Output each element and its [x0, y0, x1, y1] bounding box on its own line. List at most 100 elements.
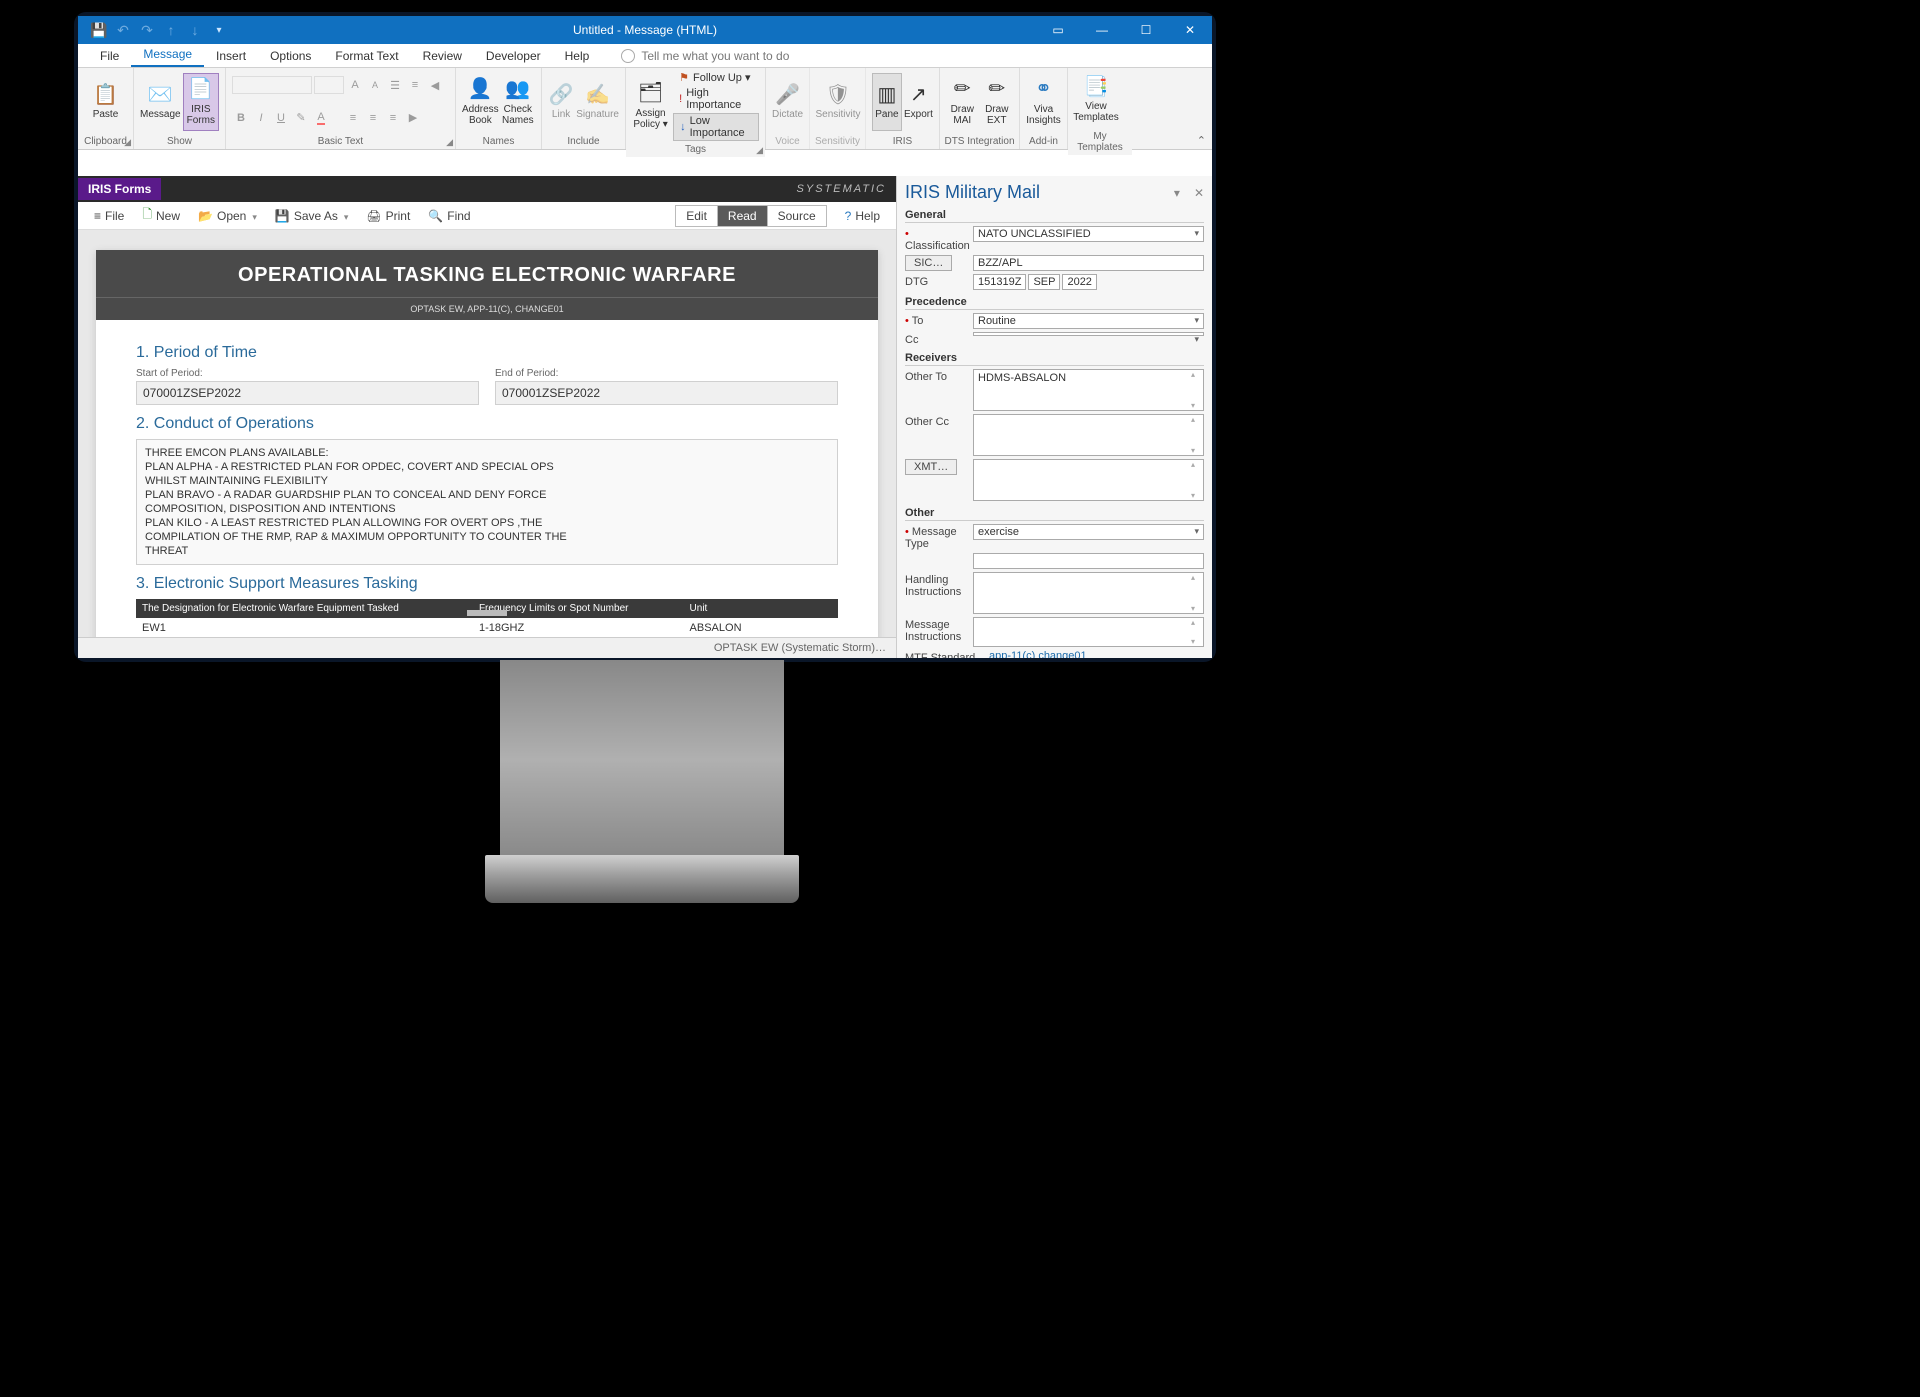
outdent-icon[interactable]: ◀: [426, 76, 444, 94]
xmt-textarea[interactable]: ▴▾: [973, 459, 1204, 501]
message-type-extra-input[interactable]: [973, 553, 1204, 569]
cell-frequency: 1-18GHZ: [473, 618, 684, 638]
classification-dropdown[interactable]: NATO UNCLASSIFIED: [973, 226, 1204, 242]
help-icon: ?: [845, 209, 852, 223]
undo-icon[interactable]: ↶: [112, 19, 134, 41]
table-row[interactable]: EW1 1-18GHZ ABSALON: [136, 618, 838, 639]
redo-icon[interactable]: ↷: [136, 19, 158, 41]
conduct-text[interactable]: THREE EMCON PLANS AVAILABLE: PLAN ALPHA …: [136, 439, 838, 565]
dialog-launcher-icon[interactable]: ◢: [124, 137, 131, 148]
other-to-textarea[interactable]: HDMS-ABSALON▴▾: [973, 369, 1204, 411]
sic-input[interactable]: BZZ/APL: [973, 255, 1204, 271]
dtg-time-input[interactable]: 151319Z: [973, 274, 1026, 290]
close-button[interactable]: ✕: [1168, 16, 1212, 44]
start-period-input[interactable]: 070001ZSEP2022: [136, 381, 479, 405]
grow-font-icon[interactable]: A: [346, 76, 364, 94]
align-right-icon[interactable]: ≡: [384, 109, 402, 127]
font-family-dropdown[interactable]: [232, 76, 312, 94]
dtg-month-input[interactable]: SEP: [1028, 274, 1060, 290]
tell-me-placeholder: Tell me what you want to do: [641, 49, 789, 63]
minimize-button[interactable]: —: [1080, 16, 1124, 44]
signature-button[interactable]: ✍Signature: [576, 73, 619, 131]
document-icon: 📄: [189, 78, 213, 102]
message-instructions-textarea[interactable]: ▴▾: [973, 617, 1204, 647]
bold-icon[interactable]: B: [232, 109, 250, 127]
mtf-standard-label: MTF Standard: [905, 650, 983, 658]
follow-up-button[interactable]: ⚑Follow Up ▾: [673, 70, 759, 85]
find-button[interactable]: 🔍Find: [420, 205, 478, 227]
qat-more-icon[interactable]: ▾: [208, 19, 230, 41]
save-as-button[interactable]: 💾Save As: [267, 205, 357, 227]
section-precedence: Precedence: [905, 296, 1204, 310]
indent-icon[interactable]: ▶: [404, 109, 422, 127]
iris-forms-button[interactable]: 📄IRIS Forms: [183, 73, 219, 131]
cc-precedence-dropdown[interactable]: [973, 332, 1204, 336]
view-templates-button[interactable]: 📑View Templates: [1074, 70, 1118, 128]
to-precedence-dropdown[interactable]: Routine: [973, 313, 1204, 329]
print-button[interactable]: 🖨Print: [358, 205, 418, 227]
section-esm: 3. Electronic Support Measures Tasking: [136, 575, 838, 593]
font-size-dropdown[interactable]: [314, 76, 344, 94]
tell-me-search[interactable]: Tell me what you want to do: [621, 49, 789, 67]
tab-message[interactable]: Message: [131, 43, 204, 67]
export-button[interactable]: ↗Export: [904, 73, 933, 131]
open-button[interactable]: 📂Open: [190, 205, 265, 227]
high-importance-button[interactable]: !High Importance: [673, 86, 759, 112]
help-button[interactable]: ?Help: [837, 205, 888, 227]
tab-options[interactable]: Options: [258, 45, 323, 67]
pane-button[interactable]: ▥Pane: [872, 73, 902, 131]
viva-insights-button[interactable]: ⚭Viva Insights: [1026, 73, 1061, 131]
down-icon[interactable]: ↓: [184, 19, 206, 41]
italic-icon[interactable]: I: [252, 109, 270, 127]
tab-developer[interactable]: Developer: [474, 45, 553, 67]
read-mode-button[interactable]: Read: [718, 206, 768, 226]
check-names-button[interactable]: 👥Check Names: [501, 73, 535, 131]
message-type-dropdown[interactable]: exercise: [973, 524, 1204, 540]
assign-policy-button[interactable]: 🗂Assign Policy ▾: [632, 77, 669, 135]
message-type-label: Message Type: [905, 524, 967, 550]
dialog-launcher-icon[interactable]: ◢: [446, 137, 453, 148]
pane-close-icon[interactable]: ✕: [1194, 186, 1204, 200]
maximize-button[interactable]: ☐: [1124, 16, 1168, 44]
underline-icon[interactable]: U: [272, 109, 290, 127]
dtg-year-input[interactable]: 2022: [1062, 274, 1096, 290]
draw-ext-button[interactable]: ✏Draw EXT: [981, 73, 1014, 131]
shrink-font-icon[interactable]: A: [366, 76, 384, 94]
tab-file[interactable]: File: [88, 45, 131, 67]
sic-button[interactable]: SIC…: [905, 255, 952, 271]
sensitivity-button[interactable]: 🛡Sensitivity: [816, 73, 860, 131]
tab-review[interactable]: Review: [411, 45, 474, 67]
address-book-button[interactable]: 👤Address Book: [462, 73, 499, 131]
low-importance-button[interactable]: ↓Low Importance: [673, 113, 759, 141]
numbering-icon[interactable]: ≡: [406, 76, 424, 94]
pane-menu-icon[interactable]: ▾: [1174, 186, 1180, 200]
collapse-ribbon-icon[interactable]: ⌃: [1197, 134, 1206, 147]
edit-mode-button[interactable]: Edit: [676, 206, 718, 226]
check-names-icon: 👥: [506, 78, 530, 102]
align-left-icon[interactable]: ≡: [344, 109, 362, 127]
file-menu[interactable]: ≡File: [86, 205, 132, 227]
tab-help[interactable]: Help: [553, 45, 602, 67]
draw-mai-button[interactable]: ✏Draw MAI: [946, 73, 979, 131]
bullets-icon[interactable]: ☰: [386, 76, 404, 94]
link-button[interactable]: 🔗Link: [548, 73, 574, 131]
ribbon-display-icon[interactable]: ▭: [1036, 16, 1080, 44]
xmt-button[interactable]: XMT…: [905, 459, 957, 475]
source-mode-button[interactable]: Source: [768, 206, 826, 226]
new-button[interactable]: 🗋New: [134, 201, 188, 230]
highlight-icon[interactable]: ✎: [292, 109, 310, 127]
paste-button[interactable]: 📋 Paste: [84, 73, 127, 131]
save-icon[interactable]: 💾: [88, 19, 110, 41]
dialog-launcher-icon[interactable]: ◢: [756, 145, 763, 156]
handling-instructions-textarea[interactable]: ▴▾: [973, 572, 1204, 614]
message-button[interactable]: ✉️Message: [140, 73, 181, 131]
up-icon[interactable]: ↑: [160, 19, 182, 41]
font-color-icon[interactable]: A: [312, 109, 330, 127]
tab-insert[interactable]: Insert: [204, 45, 258, 67]
dictate-button[interactable]: 🎤Dictate: [772, 73, 803, 131]
tab-format-text[interactable]: Format Text: [323, 45, 410, 67]
align-center-icon[interactable]: ≡: [364, 109, 382, 127]
splitter-handle[interactable]: [467, 610, 507, 616]
other-cc-textarea[interactable]: ▴▾: [973, 414, 1204, 456]
end-period-input[interactable]: 070001ZSEP2022: [495, 381, 838, 405]
